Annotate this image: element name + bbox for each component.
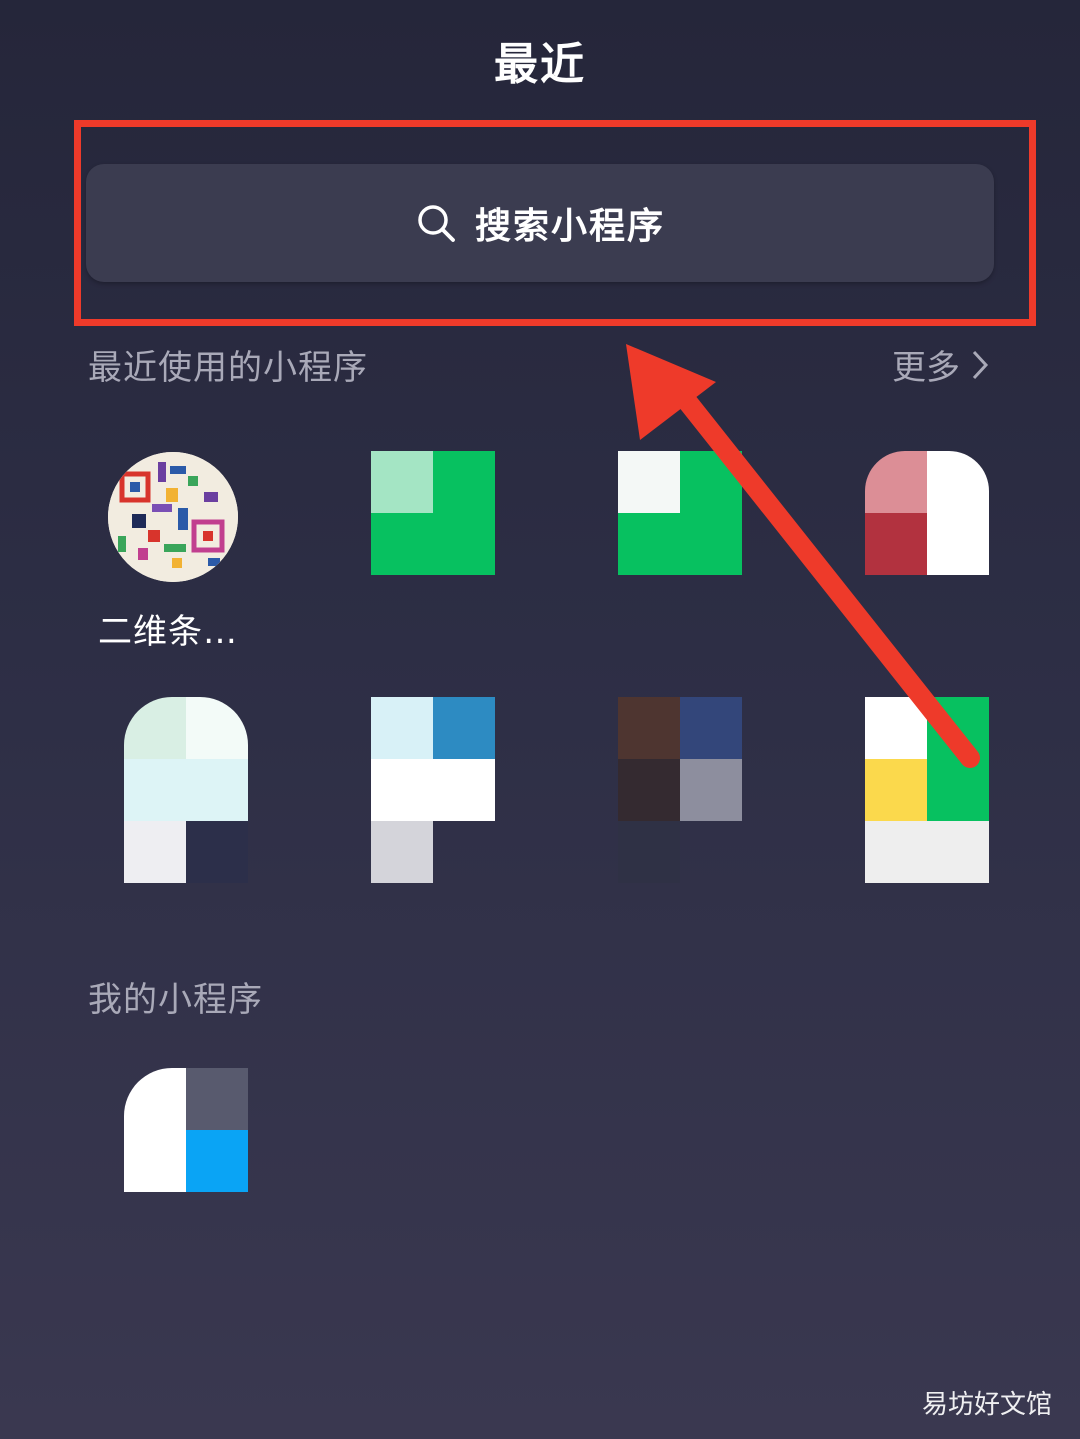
page-title: 最近 — [494, 39, 586, 90]
app-icon-4[interactable] — [865, 451, 989, 575]
qr-code-icon — [108, 452, 238, 582]
app-name: 二维条… — [98, 612, 238, 652]
highlight-box — [74, 120, 1036, 326]
app-icon-2[interactable] — [371, 451, 495, 575]
chevron-right-icon — [972, 350, 989, 379]
more-link[interactable]: 更多 — [892, 340, 990, 389]
app-icon-6[interactable] — [371, 697, 495, 883]
my-section-title: 我的小程序 — [88, 980, 263, 1020]
app-icon-8[interactable] — [865, 697, 989, 883]
app-icon-3[interactable] — [618, 451, 742, 575]
my-app-icon-1[interactable] — [124, 1068, 248, 1192]
app-icon-5[interactable] — [124, 697, 248, 883]
more-label: 更多 — [892, 348, 960, 388]
watermark: 易坊好文馆 — [921, 1390, 1052, 1420]
app-icon-qr[interactable] — [108, 452, 238, 582]
app-icon-7[interactable] — [618, 697, 742, 883]
recent-section-title: 最近使用的小程序 — [88, 348, 368, 388]
